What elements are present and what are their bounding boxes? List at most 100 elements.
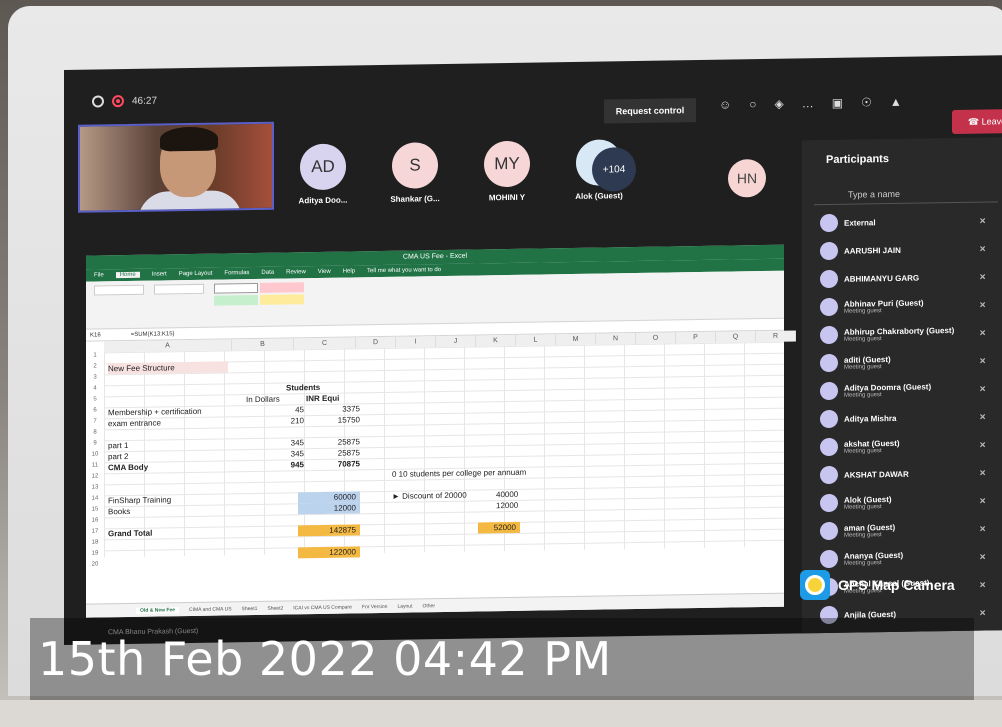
row-number[interactable]: 18 [86, 539, 104, 545]
participant-text: Ananya (Guest) Meeting guest [844, 550, 903, 566]
participant-row[interactable]: AARUSHI JAIN ✕ [802, 234, 1002, 265]
menu-item[interactable]: Page Layout [179, 271, 213, 278]
style-bad[interactable] [259, 282, 304, 293]
presenter-video[interactable] [78, 121, 274, 213]
participant-row[interactable]: External ✕ [802, 206, 1002, 237]
menu-item[interactable]: View [318, 269, 331, 275]
share-icon[interactable]: ▲ [890, 95, 902, 109]
row-number[interactable]: 15 [86, 506, 104, 512]
style-normal[interactable] [214, 282, 258, 294]
row-number[interactable]: 19 [86, 550, 104, 556]
participant-row[interactable]: Alok (Guest) Meeting guest ✕ [802, 486, 1002, 517]
column-header[interactable]: M [556, 333, 596, 346]
formula-input[interactable]: =SUM(K13:K15) [131, 331, 175, 338]
participant-row[interactable]: Aditya Doomra (Guest) Meeting guest ✕ [802, 374, 1002, 405]
cell-usd: 45 [295, 405, 304, 415]
tile-my[interactable]: MY MOHINI Y [468, 140, 546, 202]
participant-row[interactable]: AKSHAT DAWAR ✕ [802, 458, 1002, 489]
avatar [820, 297, 838, 317]
participant-row[interactable]: Aditya Mishra ✕ [802, 402, 1002, 433]
column-header[interactable]: A [104, 339, 232, 353]
menu-item[interactable]: File [94, 272, 104, 278]
person-hair [160, 126, 218, 152]
row-number[interactable]: 2 [86, 363, 104, 369]
reactions-icon[interactable]: ◈ [775, 97, 784, 111]
participant-text: aman (Guest) Meeting guest [844, 522, 895, 538]
column-header[interactable]: R [756, 330, 796, 343]
column-header[interactable]: B [232, 338, 294, 351]
row-number[interactable]: 7 [86, 418, 104, 424]
column-header[interactable]: D [356, 336, 396, 349]
row-number[interactable]: 6 [86, 407, 104, 413]
mic-off-icon[interactable]: ☉ [861, 95, 872, 109]
mic-off-icon: ✕ [979, 384, 986, 394]
mic-off-icon: ✕ [979, 440, 986, 450]
row-number[interactable]: 17 [86, 528, 104, 534]
people-icon[interactable]: ☺ [719, 98, 731, 112]
row-number[interactable]: 9 [86, 440, 104, 446]
chat-icon[interactable]: ○ [749, 97, 756, 111]
camera-off-icon[interactable]: ▣ [832, 96, 843, 110]
row-number[interactable]: 14 [86, 495, 104, 501]
participant-search-input[interactable]: Type a name [814, 163, 998, 206]
avatar [820, 437, 838, 457]
leave-label: Leave [981, 116, 1002, 127]
participant-text: AARUSHI JAIN [844, 245, 901, 255]
row-number[interactable]: 10 [86, 451, 104, 457]
row-number[interactable]: 12 [86, 473, 104, 479]
menu-item[interactable]: Help [343, 268, 355, 274]
more-icon[interactable]: … [802, 96, 814, 110]
column-header[interactable]: Q [716, 331, 756, 343]
leave-button[interactable]: ☎ Leave [952, 108, 1002, 135]
font-select[interactable] [94, 284, 144, 296]
menu-item[interactable]: Review [286, 269, 306, 275]
name-box[interactable]: K16 [90, 332, 101, 338]
column-header[interactable]: P [676, 331, 716, 344]
menu-item[interactable]: Tell me what you want to do [367, 267, 441, 274]
column-header[interactable]: K [476, 334, 516, 347]
row-number[interactable]: 8 [86, 429, 104, 435]
sheet-grid[interactable]: ABCDIJKLMNOPQR New Fee Structure Student… [86, 330, 796, 572]
column-header[interactable]: C [294, 337, 356, 350]
column-header[interactable]: O [636, 332, 676, 345]
tile-ad[interactable]: AD Aditya Doo... [284, 143, 362, 205]
column-header[interactable]: I [396, 336, 436, 348]
style-neutral[interactable] [259, 294, 304, 305]
sheet-tab[interactable]: Layout [397, 603, 412, 609]
participant-row[interactable]: akshat (Guest) Meeting guest ✕ [802, 430, 1002, 461]
participant-row[interactable]: aditi (Guest) Meeting guest ✕ [802, 346, 1002, 377]
row-number[interactable]: 11 [86, 462, 104, 468]
column-header[interactable]: J [436, 335, 476, 348]
participant-row[interactable]: Abhirup Chakraborty (Guest) Meeting guest… [802, 318, 1002, 349]
sheet-tab[interactable]: ICAI vs CMA US Compare [293, 604, 352, 611]
sheet-tab[interactable]: For Version [362, 603, 388, 609]
row-number[interactable]: 3 [86, 374, 104, 380]
tile-s[interactable]: S Shankar (G... [376, 142, 454, 204]
sheet-tab[interactable]: Other [422, 603, 435, 609]
row-number[interactable]: 5 [86, 396, 104, 402]
style-good[interactable] [214, 294, 258, 306]
column-header[interactable]: N [596, 333, 636, 345]
menu-item[interactable]: Home [115, 271, 140, 279]
number-format-select[interactable] [154, 283, 204, 295]
row-number[interactable]: 20 [86, 561, 104, 567]
row-number[interactable]: 13 [86, 484, 104, 490]
gps-label: GPS Map Camera [838, 577, 955, 593]
avatar-hn[interactable]: HN [728, 158, 766, 198]
column-header[interactable]: L [516, 334, 556, 346]
menu-item[interactable]: Insert [152, 271, 167, 277]
sheet-tab[interactable]: Old & New Fee [136, 606, 180, 614]
sheet-tab[interactable]: CIMA and CMA US [189, 606, 232, 613]
sheet-tab[interactable]: Sheet1 [242, 605, 258, 611]
row-number[interactable]: 4 [86, 385, 104, 391]
participant-row[interactable]: Abhinav Puri (Guest) Meeting guest ✕ [802, 290, 1002, 321]
request-control-button[interactable]: Request control [604, 98, 696, 124]
row-number[interactable]: 1 [86, 352, 104, 358]
sheet-tab[interactable]: Sheet2 [267, 605, 283, 611]
menu-item[interactable]: Formulas [224, 270, 249, 276]
participant-row[interactable]: aman (Guest) Meeting guest ✕ [802, 514, 1002, 545]
row-number[interactable]: 16 [86, 517, 104, 523]
participant-name: Abhinav Puri (Guest) [844, 297, 924, 309]
menu-item[interactable]: Data [261, 270, 274, 276]
participant-row[interactable]: ABHIMANYU GARG ✕ [802, 262, 1002, 293]
